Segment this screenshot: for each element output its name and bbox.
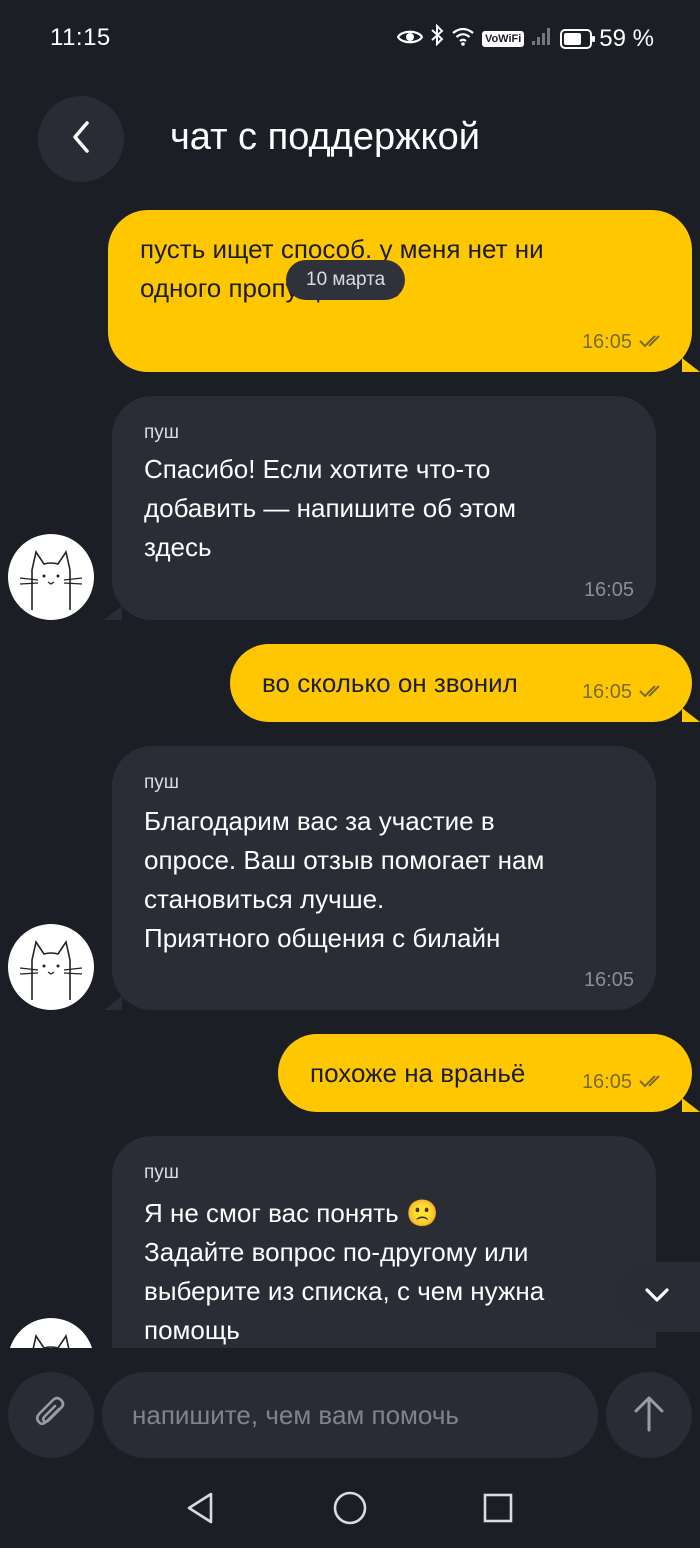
status-icons: VoWiFi 59 % bbox=[396, 23, 654, 53]
incoming-message[interactable]: пуш Благодарим вас за участие в опросе. … bbox=[104, 746, 656, 1010]
bot-avatar bbox=[8, 534, 94, 620]
message-time: 16:05 bbox=[583, 969, 634, 991]
bubble-tail bbox=[682, 708, 700, 722]
message-input[interactable] bbox=[102, 1372, 598, 1458]
cat-icon bbox=[16, 930, 86, 1005]
message-time: 16:05 bbox=[581, 331, 632, 353]
wifi-icon bbox=[451, 25, 475, 53]
message-line: Приятного общения с билайн bbox=[144, 923, 501, 953]
double-check-icon bbox=[638, 331, 666, 354]
bubble-tail bbox=[104, 996, 122, 1010]
double-check-icon bbox=[638, 681, 666, 704]
triangle-back-icon bbox=[185, 1491, 215, 1530]
status-time: 11:15 bbox=[50, 24, 111, 51]
message-time: 16:05 bbox=[583, 579, 634, 601]
chat-header: чат с поддержкой bbox=[0, 90, 700, 190]
battery-percent: 59 % bbox=[599, 24, 654, 52]
message-composer bbox=[0, 1370, 700, 1460]
scroll-down-button[interactable] bbox=[614, 1262, 700, 1332]
bubble-tail bbox=[682, 358, 700, 372]
sender-name: пуш bbox=[144, 772, 180, 793]
circle-home-icon bbox=[332, 1490, 368, 1531]
bubble-tail bbox=[682, 1098, 700, 1112]
bubble-tail bbox=[104, 606, 122, 620]
vowifi-badge: VoWiFi bbox=[481, 30, 525, 47]
bot-avatar bbox=[8, 1318, 94, 1348]
chat-messages[interactable]: пусть ищет способ. у меня нет ни одного … bbox=[0, 200, 700, 1348]
message-line: Задайте вопрос по-другому или bbox=[144, 1237, 529, 1267]
date-separator: 10 марта bbox=[286, 260, 406, 300]
cat-icon bbox=[16, 540, 86, 615]
signal-icon bbox=[531, 25, 553, 53]
bluetooth-icon bbox=[430, 23, 444, 53]
bot-avatar bbox=[8, 924, 94, 1010]
message-line: помощь bbox=[144, 1315, 240, 1345]
nav-home-button[interactable] bbox=[330, 1490, 370, 1530]
page-title: чат с поддержкой bbox=[170, 116, 480, 158]
back-button[interactable] bbox=[38, 96, 124, 182]
nav-recents-button[interactable] bbox=[478, 1490, 518, 1530]
incoming-message[interactable]: пуш Я не смог вас понять 🙁 Задайте вопро… bbox=[112, 1136, 656, 1348]
battery-icon bbox=[560, 28, 596, 49]
sender-name: пуш bbox=[144, 1162, 180, 1183]
double-check-icon bbox=[638, 1071, 666, 1094]
message-line: Благодарим вас за участие в bbox=[144, 806, 495, 836]
cat-icon bbox=[16, 1324, 86, 1348]
message-line: во сколько он звонил bbox=[262, 668, 518, 698]
incoming-message[interactable]: пуш Спасибо! Если хотите что-то добавить… bbox=[104, 396, 656, 620]
paperclip-icon bbox=[33, 1395, 69, 1436]
message-line: Спасибо! Если хотите что-то bbox=[144, 454, 491, 484]
eye-icon bbox=[396, 25, 424, 53]
arrow-up-icon bbox=[632, 1394, 666, 1437]
outgoing-message[interactable]: похоже на враньё 16:05 bbox=[278, 1034, 700, 1112]
message-line: выберите из списка, с чем нужна bbox=[144, 1276, 545, 1306]
message-line: опросе. Ваш отзыв помогает нам bbox=[144, 845, 545, 875]
message-line: здесь bbox=[144, 532, 212, 562]
chevron-down-icon bbox=[644, 1287, 670, 1308]
message-time: 16:05 bbox=[581, 1071, 632, 1093]
message-line: похоже на враньё bbox=[310, 1058, 526, 1088]
message-time: 16:05 bbox=[581, 681, 632, 703]
square-recents-icon bbox=[482, 1492, 514, 1529]
sender-name: пуш bbox=[144, 422, 180, 443]
attach-button[interactable] bbox=[8, 1372, 94, 1458]
message-line: Я не смог вас понять 🙁 bbox=[144, 1198, 439, 1228]
status-bar: 11:15 VoWiFi 59 % bbox=[0, 0, 700, 80]
system-nav-bar bbox=[0, 1470, 700, 1548]
chevron-left-icon bbox=[69, 119, 93, 160]
message-line: становиться лучше. bbox=[144, 884, 385, 914]
outgoing-message[interactable]: во сколько он звонил 16:05 bbox=[230, 644, 700, 722]
message-line: добавить — напишите об этом bbox=[144, 493, 516, 523]
nav-back-button[interactable] bbox=[180, 1490, 220, 1530]
send-button[interactable] bbox=[606, 1372, 692, 1458]
